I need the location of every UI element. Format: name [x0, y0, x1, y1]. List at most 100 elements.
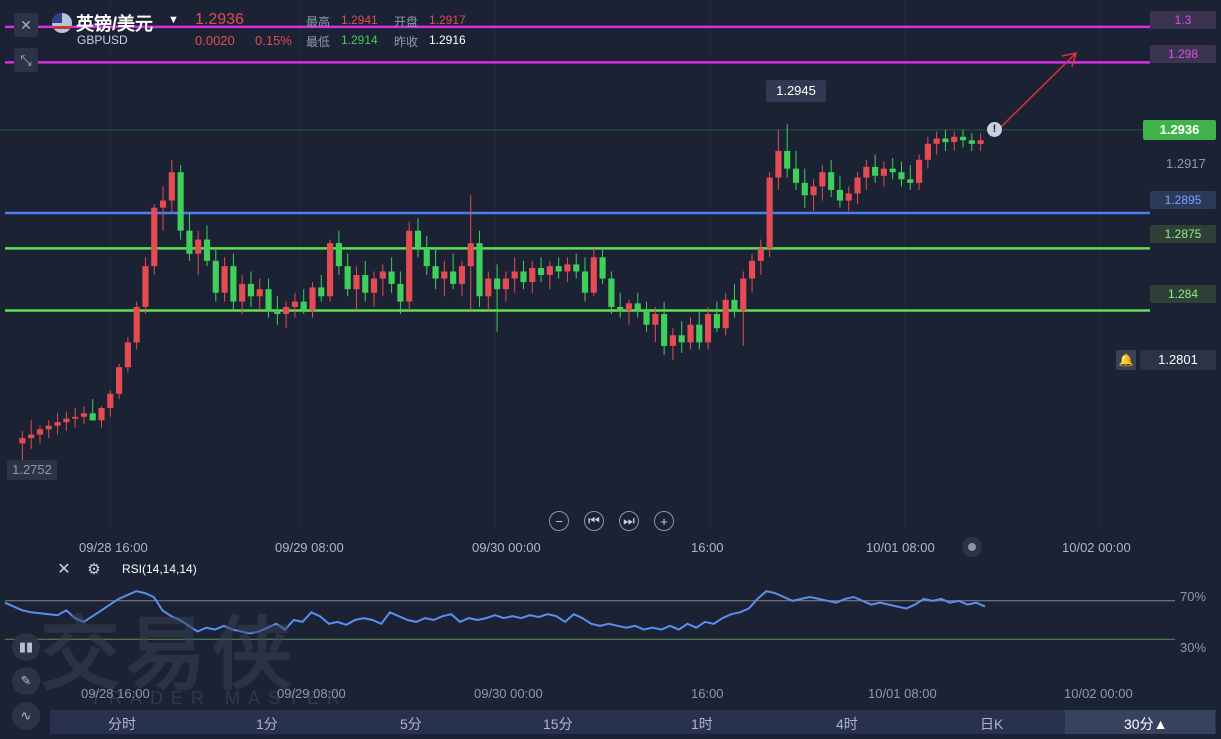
candle-body	[72, 416, 79, 419]
candle-body	[836, 189, 844, 201]
candle-body	[801, 182, 808, 196]
low-label: 最低	[306, 35, 331, 49]
close-icon[interactable]: ✕	[14, 13, 38, 37]
high-value: 1.2941	[341, 13, 378, 27]
candle-body	[669, 335, 676, 346]
time-axis-label: 09/29 08:00	[275, 540, 344, 555]
candle-body	[414, 230, 422, 249]
symbol-code: GBPUSD	[77, 33, 128, 47]
candle-body	[406, 230, 413, 302]
candle-body	[28, 434, 35, 439]
candle-body	[924, 143, 931, 160]
high-marker: 1.2945	[766, 80, 826, 102]
timeframe-tab[interactable]: 15分	[543, 714, 573, 734]
rsi-time-axis-label: 10/02 00:00	[1064, 686, 1133, 701]
timeframe-tab[interactable]: 1时	[691, 714, 713, 734]
candle-body	[133, 306, 140, 343]
candle-body	[933, 138, 940, 144]
last-price: 1.2936	[195, 11, 244, 28]
candle-body	[467, 243, 474, 267]
candle-body	[458, 266, 466, 284]
price-line-label-1-284[interactable]: 1.284	[1150, 285, 1216, 303]
candle-body	[89, 413, 96, 421]
open-label: 开盘	[394, 15, 419, 29]
candle-body	[625, 303, 633, 311]
candle	[151, 204, 158, 276]
candle-body	[915, 159, 923, 183]
candle-body	[573, 264, 580, 272]
candle-body	[617, 306, 624, 311]
candle-body	[19, 438, 26, 444]
step-back-icon[interactable]: ⏮	[584, 511, 604, 531]
chevron-down-icon[interactable]: ▼	[168, 14, 179, 26]
timeframe-tab[interactable]: 日K	[980, 714, 1003, 734]
timeframe-tab[interactable]: 分时	[108, 714, 136, 734]
candle-body	[942, 138, 949, 143]
candle-body	[116, 367, 123, 394]
timeframe-tab[interactable]: 4时	[836, 714, 858, 734]
prev-close-value: 1.2916	[429, 33, 466, 47]
candle-body	[379, 271, 386, 279]
low-marker: 1.2752	[7, 460, 57, 480]
candle-body	[265, 289, 272, 311]
candle-body	[784, 150, 791, 169]
candle-body	[678, 335, 685, 343]
close-indicator-icon[interactable]: ✕	[55, 561, 73, 579]
candle-body	[124, 342, 131, 368]
candle-body	[168, 172, 175, 201]
candle-body	[854, 177, 861, 194]
candle-body	[687, 324, 694, 343]
prev-close-label: 昨收	[394, 35, 419, 49]
indicator-icon[interactable]: ∿	[12, 702, 40, 730]
rsi-time-axis-label: 09/29 08:00	[277, 686, 346, 701]
candle	[406, 221, 413, 311]
timeframe-tab[interactable]: 1分	[256, 714, 278, 734]
candle-body	[283, 306, 290, 315]
candle-body	[335, 243, 342, 267]
price-line-label-1-3[interactable]: 1.3	[1150, 11, 1216, 29]
flag-icon	[52, 13, 72, 33]
candle-body	[423, 248, 430, 267]
candle-body	[274, 310, 281, 315]
open-value: 1.2917	[429, 13, 466, 27]
candle-body	[828, 172, 835, 190]
high-label: 最高	[306, 15, 331, 29]
timeframe-tab[interactable]: 5分	[400, 714, 422, 734]
candle-body	[722, 299, 729, 329]
scroll-to-latest-button[interactable]	[962, 537, 982, 557]
alert-price-tag[interactable]: 1.2801	[1140, 350, 1216, 370]
candle-body	[757, 248, 764, 261]
candlestick-icon[interactable]: ▮▮	[12, 633, 40, 661]
candle-body	[581, 271, 589, 293]
candle-body	[634, 303, 641, 311]
settings-icon[interactable]: ⚙	[85, 561, 103, 579]
price-line-label-1-2895[interactable]: 1.2895	[1150, 191, 1216, 209]
rsi-level-30: 30%	[1180, 640, 1207, 655]
collapse-icon[interactable]: ⤡	[14, 48, 38, 72]
step-forward-icon[interactable]: ⏭	[619, 511, 639, 531]
candle-body	[221, 266, 228, 293]
zoom-in-icon[interactable]: +	[654, 511, 674, 531]
candle-body	[959, 136, 967, 141]
rsi-time-axis-label: 09/28 16:00	[81, 686, 150, 701]
candle-body	[388, 271, 395, 284]
bell-icon[interactable]: 🔔	[1116, 350, 1136, 370]
candle-body	[98, 407, 105, 421]
pencil-icon[interactable]: ✎	[12, 667, 40, 695]
candle-body	[643, 310, 650, 325]
candle-body	[898, 172, 905, 180]
price-line-label-1-2875[interactable]: 1.2875	[1150, 225, 1216, 243]
candle-body	[195, 239, 202, 254]
timeframe-tab-active[interactable]: 30分▲	[1124, 714, 1167, 734]
price-line-label-1-298[interactable]: 1.298	[1150, 45, 1216, 63]
price-change: 0.0020	[195, 33, 235, 48]
time-axis-label: 10/01 08:00	[866, 540, 935, 555]
candle	[177, 165, 184, 240]
candle-body	[159, 200, 167, 208]
candle-body	[731, 299, 738, 311]
zoom-out-icon[interactable]: −	[549, 511, 569, 531]
candle-body	[494, 278, 501, 290]
time-axis-label: 10/02 00:00	[1062, 540, 1131, 555]
info-icon[interactable]: !	[987, 122, 1002, 137]
candle-body	[432, 266, 439, 279]
